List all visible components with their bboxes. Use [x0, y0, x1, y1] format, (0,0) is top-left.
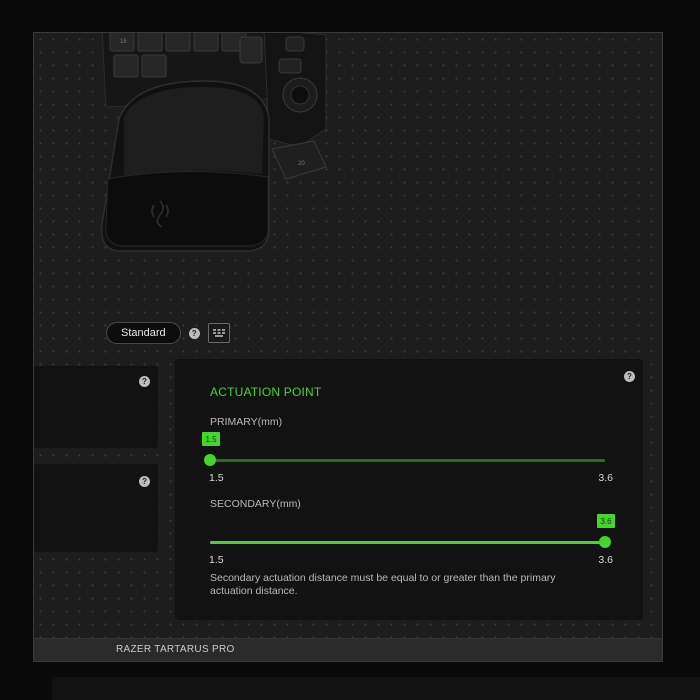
- settings-panel-2: ?: [34, 464, 158, 552]
- primary-max-label: 3.6: [598, 472, 613, 484]
- secondary-label: SECONDARY(mm): [210, 498, 301, 510]
- settings-panel-1: ?: [34, 366, 158, 448]
- actuation-point-title: ACTUATION POINT: [210, 385, 322, 399]
- help-icon[interactable]: ?: [188, 327, 200, 339]
- mode-select-label: Standard: [121, 327, 166, 339]
- mode-select-standard[interactable]: Standard: [106, 322, 181, 344]
- mode-selector-row: Standard ?: [106, 322, 230, 344]
- secondary-slider[interactable]: 3.6 1.5 3.6: [209, 514, 615, 566]
- help-icon[interactable]: ?: [139, 476, 150, 487]
- primary-value-badge: 1.5: [202, 432, 220, 446]
- keyboard-layout-icon[interactable]: [207, 323, 230, 343]
- primary-min-label: 1.5: [209, 472, 224, 484]
- primary-slider-handle[interactable]: [204, 454, 216, 466]
- primary-label: PRIMARY(mm): [210, 416, 283, 428]
- key-label-20: 20: [298, 161, 305, 167]
- help-icon[interactable]: ?: [624, 371, 635, 382]
- secondary-max-label: 3.6: [598, 554, 613, 566]
- app-window: 16 20 Standard ? ? ? ? ACTUATION POINT P…: [33, 32, 663, 662]
- footer-bar: RAZER TARTARUS PRO: [34, 638, 662, 661]
- secondary-value-badge: 3.6: [597, 514, 615, 528]
- key-label-16: 16: [120, 39, 127, 45]
- device-image: 16 20: [64, 33, 334, 259]
- device-name: RAZER TARTARUS PRO: [116, 644, 235, 655]
- secondary-slider-handle[interactable]: [599, 536, 611, 548]
- secondary-min-label: 1.5: [209, 554, 224, 566]
- bottom-strip: [52, 677, 700, 700]
- secondary-slider-fill: [210, 541, 605, 544]
- actuation-note: Secondary actuation distance must be equ…: [210, 572, 556, 597]
- primary-slider-track[interactable]: [210, 459, 605, 462]
- primary-slider[interactable]: 1.5 1.5 3.6: [202, 432, 613, 484]
- help-icon[interactable]: ?: [139, 376, 150, 387]
- actuation-point-panel: ? ACTUATION POINT PRIMARY(mm) 1.5 1.5 3.…: [175, 359, 643, 620]
